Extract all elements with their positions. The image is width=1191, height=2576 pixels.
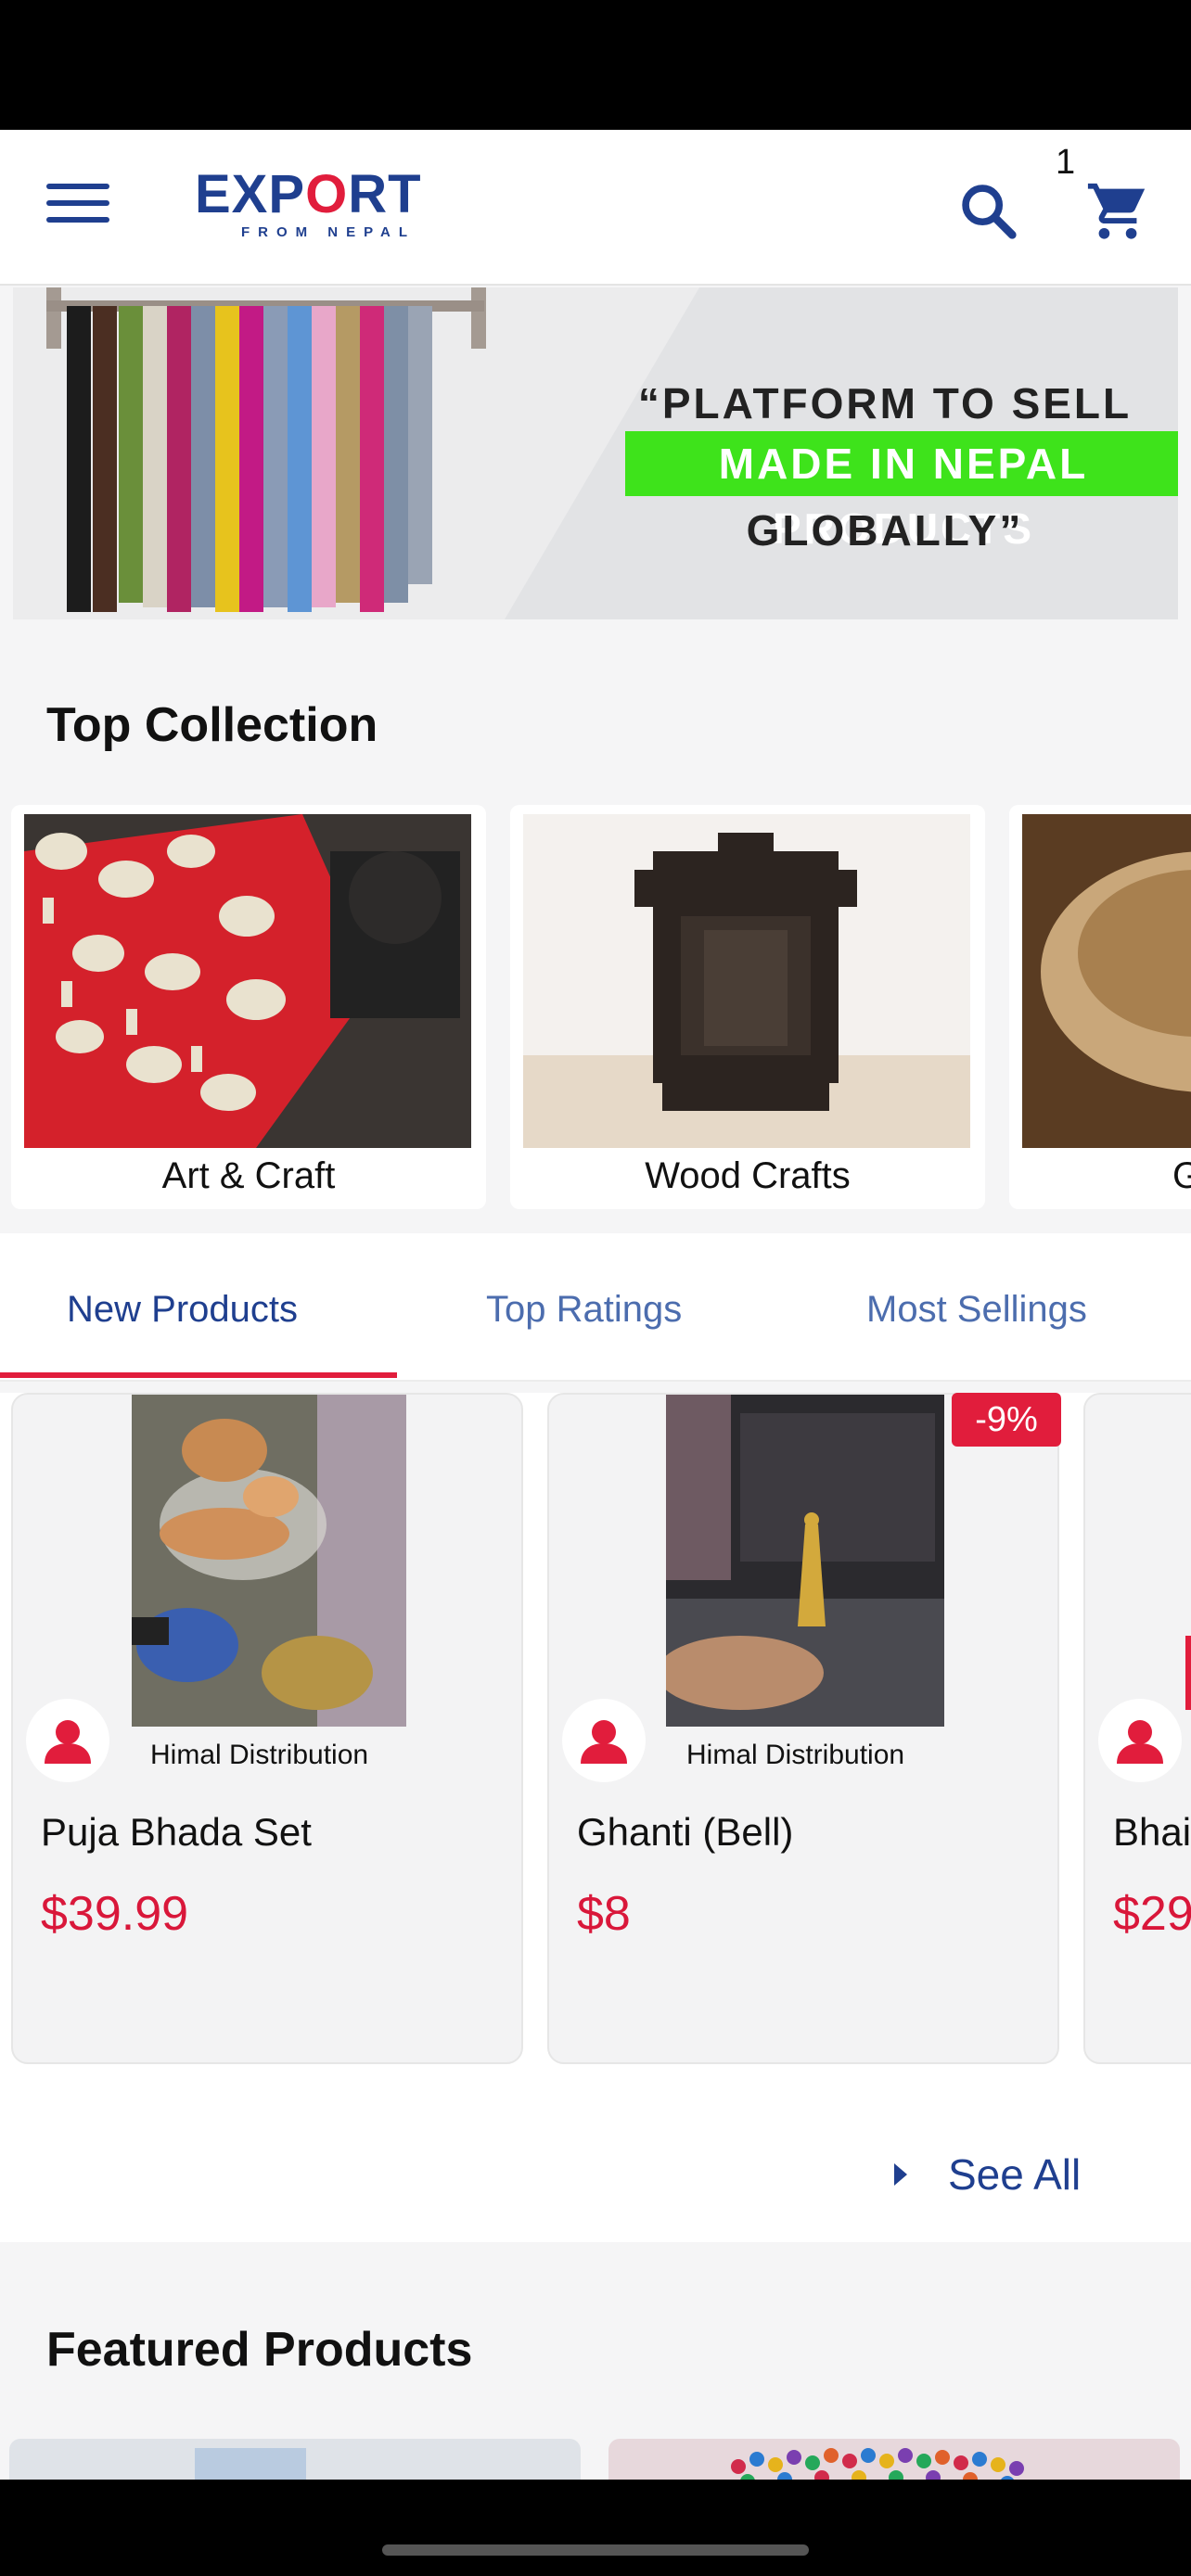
banner-line-2: MADE IN NEPAL PRODUCTS <box>625 431 1178 553</box>
banner-line-3: GLOBALLY” <box>746 506 1024 555</box>
collection-card-wood-crafts[interactable]: Wood Crafts <box>510 805 985 1209</box>
collection-image <box>1022 814 1191 1148</box>
see-all-button[interactable]: See All <box>890 2149 1081 2200</box>
product-image <box>1185 1636 1191 1710</box>
system-nav-bar <box>0 2480 1191 2576</box>
active-tab-indicator <box>0 1372 397 1378</box>
vendor-name: Himal Distribution <box>686 1740 905 1770</box>
product-name: Puja Bhada Set <box>41 1810 312 1854</box>
see-all-row: See All <box>0 2066 1191 2242</box>
featured-products-title: Featured Products <box>46 2323 473 2377</box>
collection-card-partial[interactable]: G <box>1009 805 1191 1209</box>
product-price: $29 <box>1113 1887 1191 1941</box>
user-icon <box>1117 1720 1163 1764</box>
product-image <box>666 1395 944 1727</box>
tab-top-ratings[interactable]: Top Ratings <box>486 1289 682 1331</box>
collection-image <box>523 814 970 1148</box>
logo-wordmark: EXPORT <box>195 164 422 224</box>
logo[interactable]: EXPORT FROM NEPAL <box>195 165 445 250</box>
product-name: Bhai <box>1113 1810 1191 1854</box>
product-price: $39.99 <box>41 1887 189 1941</box>
app-header: EXPORT FROM NEPAL 1 <box>0 130 1191 286</box>
cart-count-badge: 1 <box>1056 143 1076 182</box>
collection-image <box>24 814 471 1148</box>
vendor-avatar <box>562 1699 646 1782</box>
product-card[interactable]: Bhai $29 <box>1083 1393 1191 2064</box>
product-image <box>132 1395 406 1727</box>
collection-label: Art & Craft <box>161 1155 336 1196</box>
product-name: Ghanti (Bell) <box>577 1810 794 1854</box>
product-card[interactable]: Himal Distribution Puja Bhada Set $39.99 <box>11 1393 523 2064</box>
menu-icon <box>46 184 109 223</box>
collection-label: Wood Crafts <box>645 1155 851 1196</box>
menu-button[interactable] <box>46 184 109 232</box>
cart-button[interactable] <box>1085 178 1150 243</box>
logo-tagline: FROM NEPAL <box>240 224 416 240</box>
collection-carousel[interactable]: Art & Craft Wood Crafts G <box>0 805 1191 1209</box>
banner-line-1: “PLATFORM TO SELL <box>637 379 1133 427</box>
product-card[interactable]: Himal Distribution Ghanti (Bell) $8 <box>547 1393 1059 2064</box>
collection-card-art-craft[interactable]: Art & Craft <box>11 805 486 1209</box>
vendor-name: Himal Distribution <box>150 1740 369 1770</box>
collection-label: G <box>1172 1155 1191 1196</box>
tab-new-products[interactable]: New Products <box>67 1289 298 1331</box>
home-indicator[interactable] <box>382 2544 809 2556</box>
vendor-avatar <box>26 1699 109 1782</box>
search-icon <box>962 185 1017 239</box>
product-price: $8 <box>577 1887 631 1941</box>
tab-most-sellings[interactable]: Most Sellings <box>866 1289 1087 1331</box>
product-tabs: New Products Top Ratings Most Sellings <box>0 1233 1191 1382</box>
scarves-image <box>67 306 432 612</box>
vendor-avatar <box>1098 1699 1182 1782</box>
see-all-label: See All <box>948 2150 1082 2199</box>
user-icon <box>45 1720 91 1764</box>
search-button[interactable] <box>955 178 1020 243</box>
promo-banner[interactable]: “PLATFORM TO SELL MADE IN NEPAL PRODUCTS… <box>13 287 1178 619</box>
chevron-right-icon <box>894 2163 907 2186</box>
user-icon <box>581 1720 627 1764</box>
cart-icon <box>1087 183 1146 239</box>
top-collection-title: Top Collection <box>46 698 378 752</box>
status-bar <box>0 0 1191 130</box>
product-carousel[interactable]: Himal Distribution Puja Bhada Set $39.99… <box>0 1393 1191 2066</box>
discount-badge: -9% <box>952 1393 1061 1447</box>
